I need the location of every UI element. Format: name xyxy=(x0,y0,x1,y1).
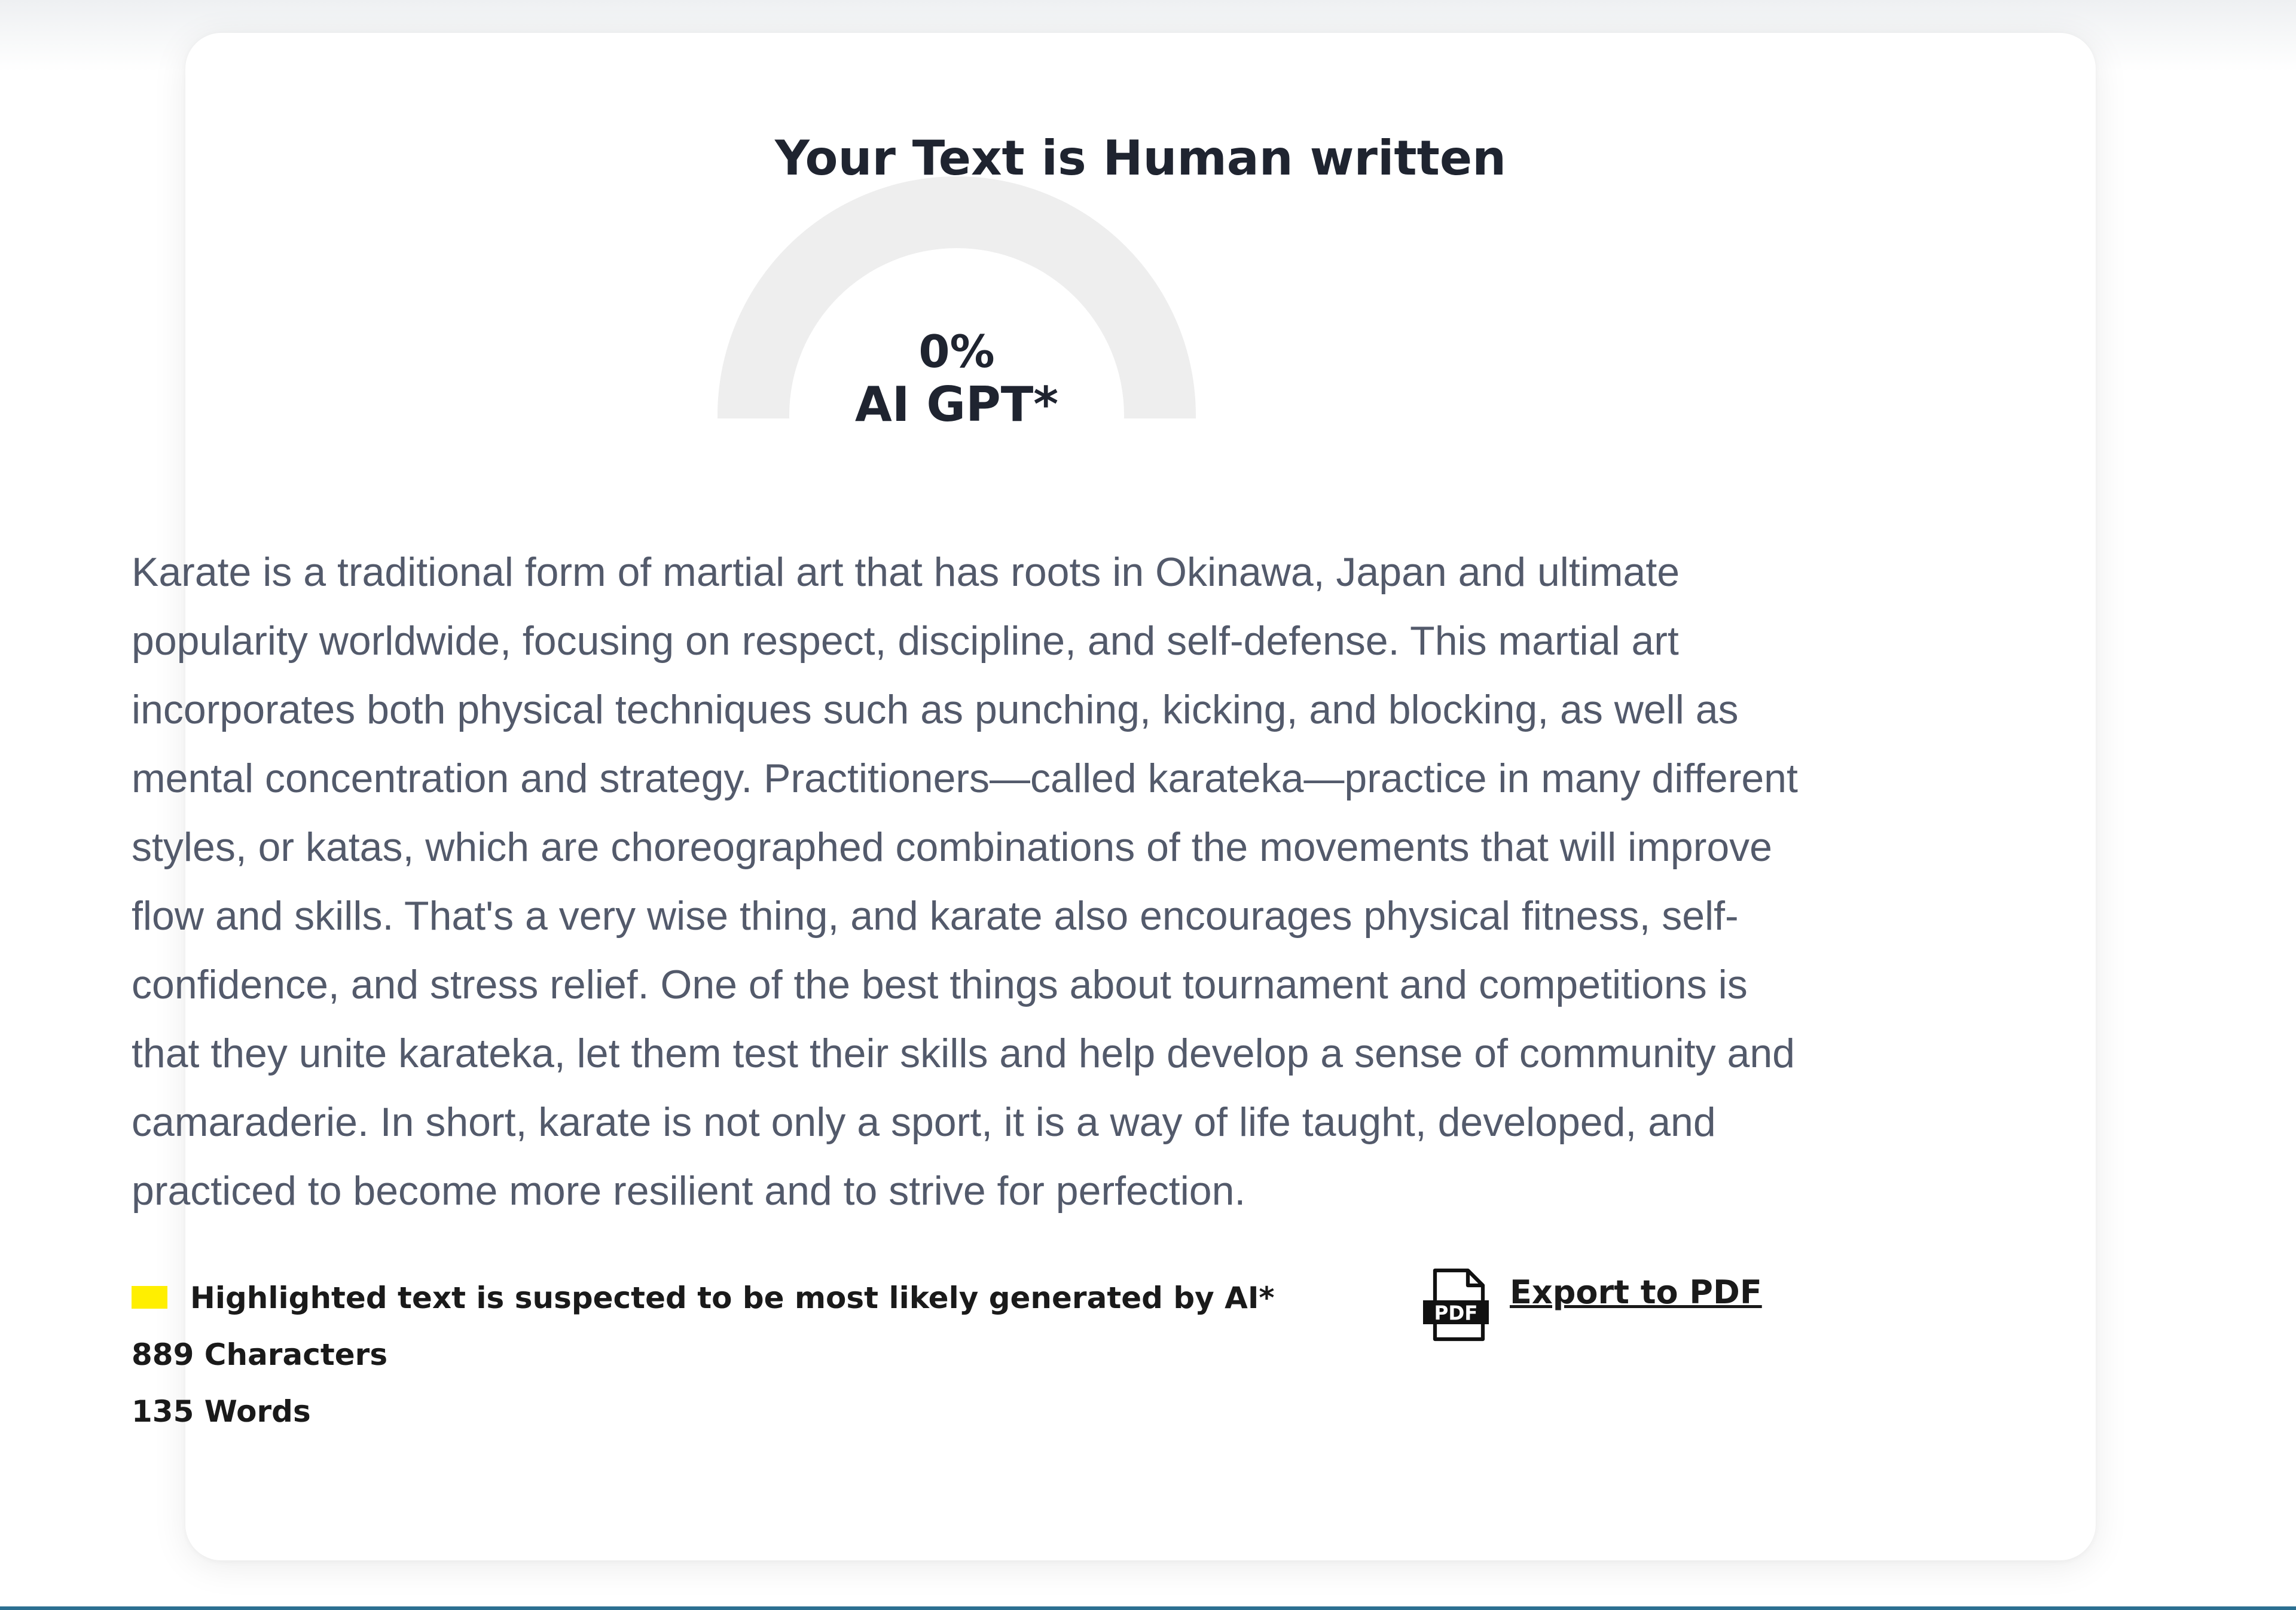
highlight-legend: Highlighted text is suspected to be most… xyxy=(132,1276,1275,1333)
text-stats: Highlighted text is suspected to be most… xyxy=(132,1276,1275,1447)
pdf-file-icon: PDF xyxy=(1423,1268,1489,1342)
analyzed-text: Karate is a traditional form of martial … xyxy=(132,549,1798,1214)
export-pdf-button[interactable]: PDF Export to PDF xyxy=(1420,1267,1762,1345)
result-title: Your Text is Human written xyxy=(774,130,1507,186)
ai-label: AI GPT* xyxy=(854,377,1059,433)
highlight-swatch xyxy=(132,1285,167,1309)
highlight-legend-label: Highlighted text is suspected to be most… xyxy=(190,1281,1275,1315)
character-count: 889 Characters xyxy=(132,1337,388,1372)
ai-percent: 0% xyxy=(918,325,995,378)
export-pdf-label[interactable]: Export to PDF xyxy=(1510,1273,1762,1311)
word-count: 135 Words xyxy=(132,1394,311,1429)
bottom-border xyxy=(0,1606,2296,1610)
page: Your Text is Human written 0% AI GPT* Ka… xyxy=(0,0,2296,1610)
pdf-icon-text: PDF xyxy=(1434,1302,1478,1325)
gauge-label: 0% AI GPT* xyxy=(718,326,1196,432)
